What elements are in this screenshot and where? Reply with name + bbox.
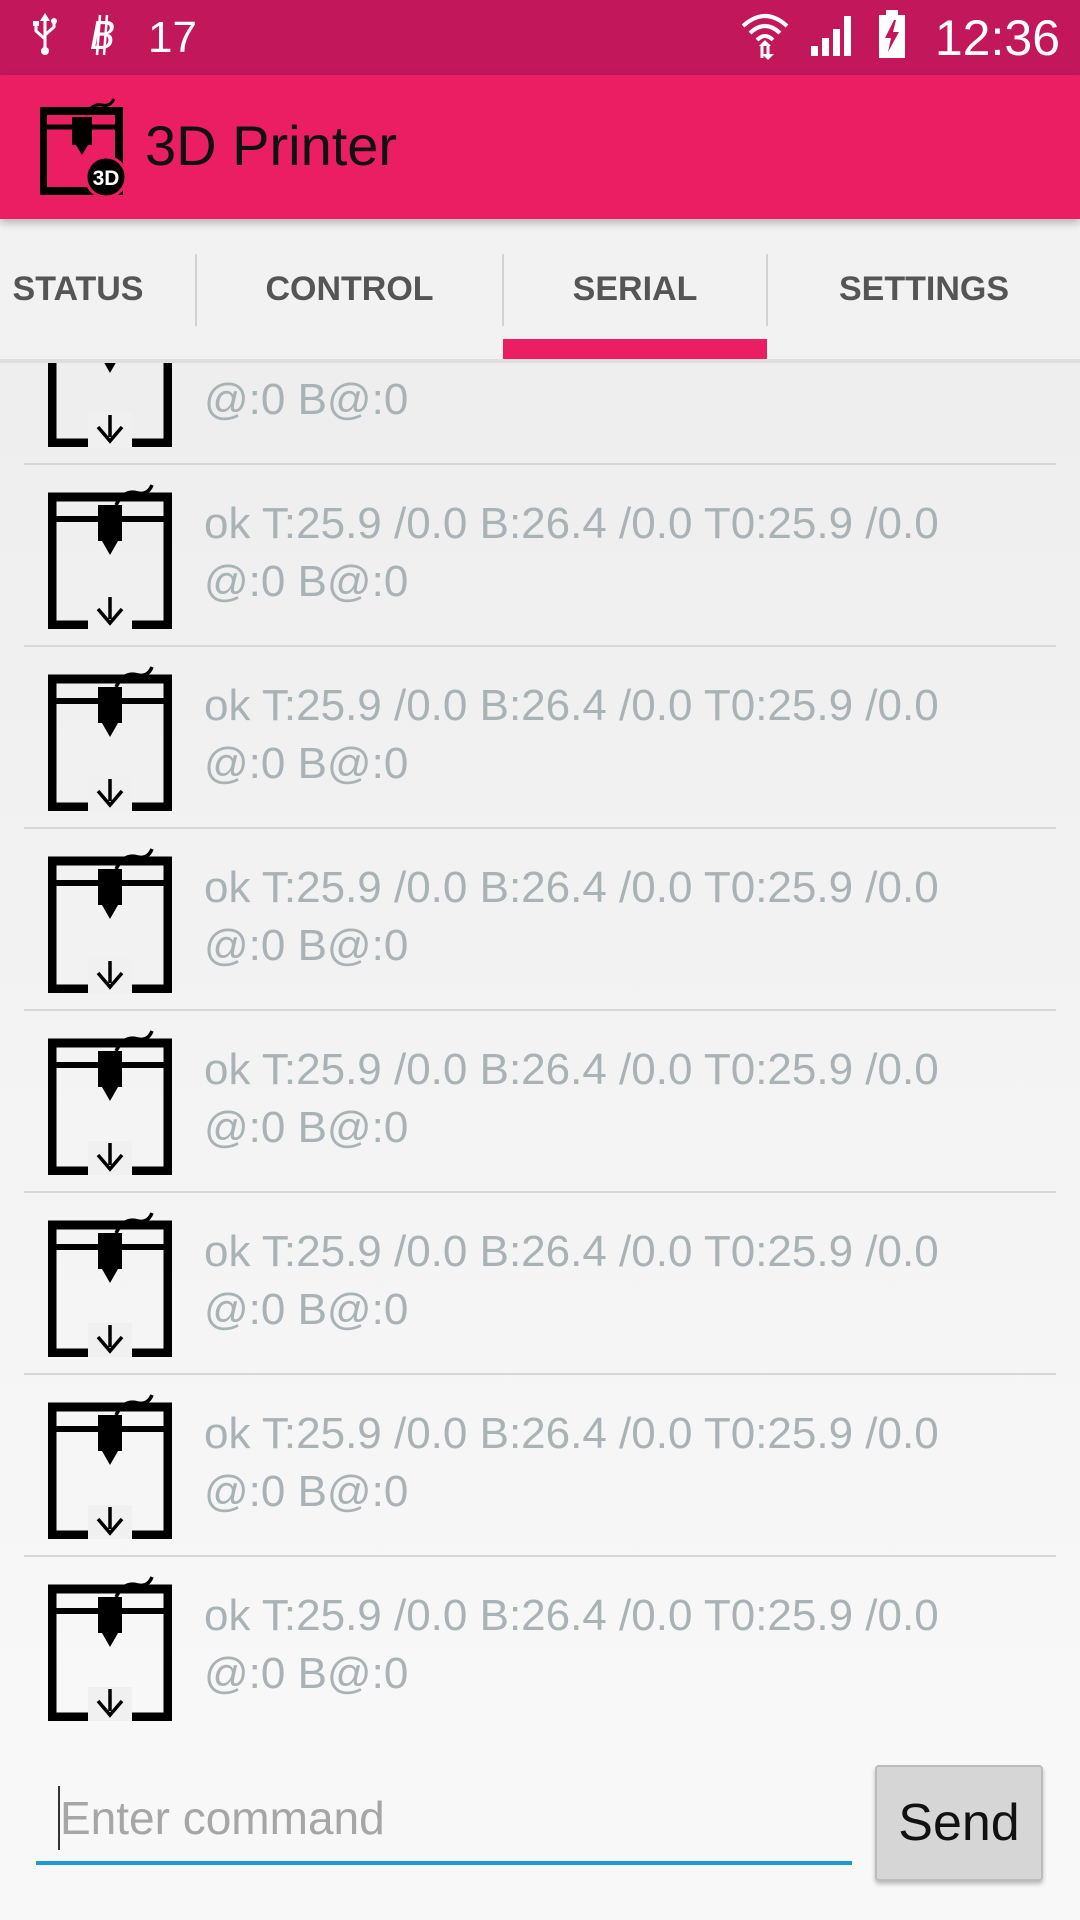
log-entry-line: ok T:25.9 /0.0 B:26.4 /0.0 T0:25.9 /0.0 — [204, 1045, 939, 1094]
log-entry-line: @:0 B@:0 — [204, 1103, 409, 1152]
battery-charging-icon — [877, 10, 907, 65]
log-entry-line: ok T:25.9 /0.0 B:26.4 /0.0 T0:25.9 /0.0 — [204, 863, 939, 912]
log-row: ok T:25.9 /0.0 B:26.4 /0.0 T0:25.9 /0.0 … — [24, 829, 1056, 1011]
printer-download-icon — [48, 1576, 172, 1721]
tab-serial-label: SERIAL — [572, 269, 698, 308]
log-entry-text: ok T:25.9 /0.0 B:26.4 /0.0 T0:25.9 /0.0 … — [204, 1405, 1044, 1521]
tab-settings[interactable]: SETTINGS — [768, 219, 1080, 359]
log-entry-text: @:0 B@:0 — [204, 363, 1044, 429]
log-row: ok T:25.9 /0.0 B:26.4 /0.0 T0:25.9 /0.0 … — [24, 1193, 1056, 1375]
svg-text:B: B — [90, 14, 116, 57]
text-caret — [58, 1786, 60, 1850]
log-row: ok T:25.9 /0.0 B:26.4 /0.0 T0:25.9 /0.0 … — [24, 1011, 1056, 1193]
log-row-partial: @:0 B@:0 — [24, 363, 1056, 465]
log-entry-line: @:0 B@:0 — [204, 557, 409, 606]
log-entry-line: ok T:25.9 /0.0 B:26.4 /0.0 T0:25.9 /0.0 — [204, 1227, 939, 1276]
log-row: ok T:25.9 /0.0 B:26.4 /0.0 T0:25.9 /0.0 … — [24, 1557, 1056, 1735]
send-button[interactable]: Send — [875, 1765, 1043, 1881]
status-bar-left: B 17 — [30, 0, 197, 75]
log-entry-line: ok T:25.9 /0.0 B:26.4 /0.0 T0:25.9 /0.0 — [204, 499, 939, 548]
signal-icon — [809, 12, 859, 63]
log-entry-line: @:0 B@:0 — [204, 1467, 409, 1516]
printer-download-icon — [48, 1212, 172, 1357]
printer-download-icon — [48, 848, 172, 993]
log-row: ok T:25.9 /0.0 B:26.4 /0.0 T0:25.9 /0.0 … — [24, 465, 1056, 647]
log-entry-line: @:0 B@:0 — [204, 739, 409, 788]
bitcoin-icon: B — [88, 13, 120, 62]
clock: 12:36 — [934, 9, 1060, 66]
printer-download-icon — [48, 1030, 172, 1175]
log-entry-text: ok T:25.9 /0.0 B:26.4 /0.0 T0:25.9 /0.0 … — [204, 859, 1044, 975]
log-entry-text: ok T:25.9 /0.0 B:26.4 /0.0 T0:25.9 /0.0 … — [204, 1041, 1044, 1157]
log-entry-text: ok T:25.9 /0.0 B:26.4 /0.0 T0:25.9 /0.0 … — [204, 495, 1044, 611]
command-input[interactable] — [36, 1775, 852, 1865]
log-row: ok T:25.9 /0.0 B:26.4 /0.0 T0:25.9 /0.0 … — [24, 647, 1056, 829]
log-entry-line: @:0 B@:0 — [204, 1285, 409, 1334]
command-bar: Send — [0, 1735, 1080, 1920]
tab-control-label: CONTROL — [265, 269, 434, 308]
log-entry-text: ok T:25.9 /0.0 B:26.4 /0.0 T0:25.9 /0.0 … — [204, 1587, 1044, 1703]
log-entry-line: @:0 B@:0 — [204, 921, 409, 970]
notification-count: 17 — [148, 12, 197, 62]
log-entry-text: ok T:25.9 /0.0 B:26.4 /0.0 T0:25.9 /0.0 … — [204, 677, 1044, 793]
printer-logo-icon: 3D — [39, 97, 130, 199]
log-entry-line: ok T:25.9 /0.0 B:26.4 /0.0 T0:25.9 /0.0 — [204, 1409, 939, 1458]
printer-download-icon — [48, 484, 172, 629]
tab-control[interactable]: CONTROL — [197, 219, 502, 359]
status-bar: B 17 12:36 — [0, 0, 1080, 75]
active-tab-indicator — [503, 339, 767, 359]
wifi-icon — [739, 10, 791, 65]
log-row: ok T:25.9 /0.0 B:26.4 /0.0 T0:25.9 /0.0 … — [24, 1375, 1056, 1557]
log-entry-text: ok T:25.9 /0.0 B:26.4 /0.0 T0:25.9 /0.0 … — [204, 1223, 1044, 1339]
app-title: 3D Printer — [145, 114, 398, 177]
usb-icon — [30, 13, 60, 62]
log-entry-line: ok T:25.9 /0.0 B:26.4 /0.0 T0:25.9 /0.0 — [204, 681, 939, 730]
printer-download-icon — [48, 1394, 172, 1539]
tab-status[interactable]: STATUS — [0, 219, 176, 359]
printer-download-icon — [48, 666, 172, 811]
log-entry-line: @:0 B@:0 — [204, 1649, 409, 1698]
log-entry-line: ok T:25.9 /0.0 B:26.4 /0.0 T0:25.9 /0.0 — [204, 1591, 939, 1640]
tab-settings-label: SETTINGS — [838, 269, 1010, 308]
serial-log-list[interactable]: @:0 B@:0 ok T:25.9 /0.0 B:26.4 /0.0 T0:2… — [0, 363, 1080, 1735]
printer-download-icon — [48, 363, 172, 447]
serial-log-scroll: @:0 B@:0 ok T:25.9 /0.0 B:26.4 /0.0 T0:2… — [0, 363, 1080, 1735]
app-bar: 3D 3D Printer — [0, 75, 1080, 219]
tab-serial[interactable]: SERIAL — [503, 219, 767, 359]
tab-status-label: STATUS — [12, 269, 144, 308]
status-bar-right: 12:36 — [739, 0, 1060, 75]
tab-bar: STATUS CONTROL SERIAL SETTINGS — [0, 219, 1080, 363]
logo-badge-text: 3D — [93, 167, 120, 190]
log-entry-line: @:0 B@:0 — [204, 375, 409, 424]
